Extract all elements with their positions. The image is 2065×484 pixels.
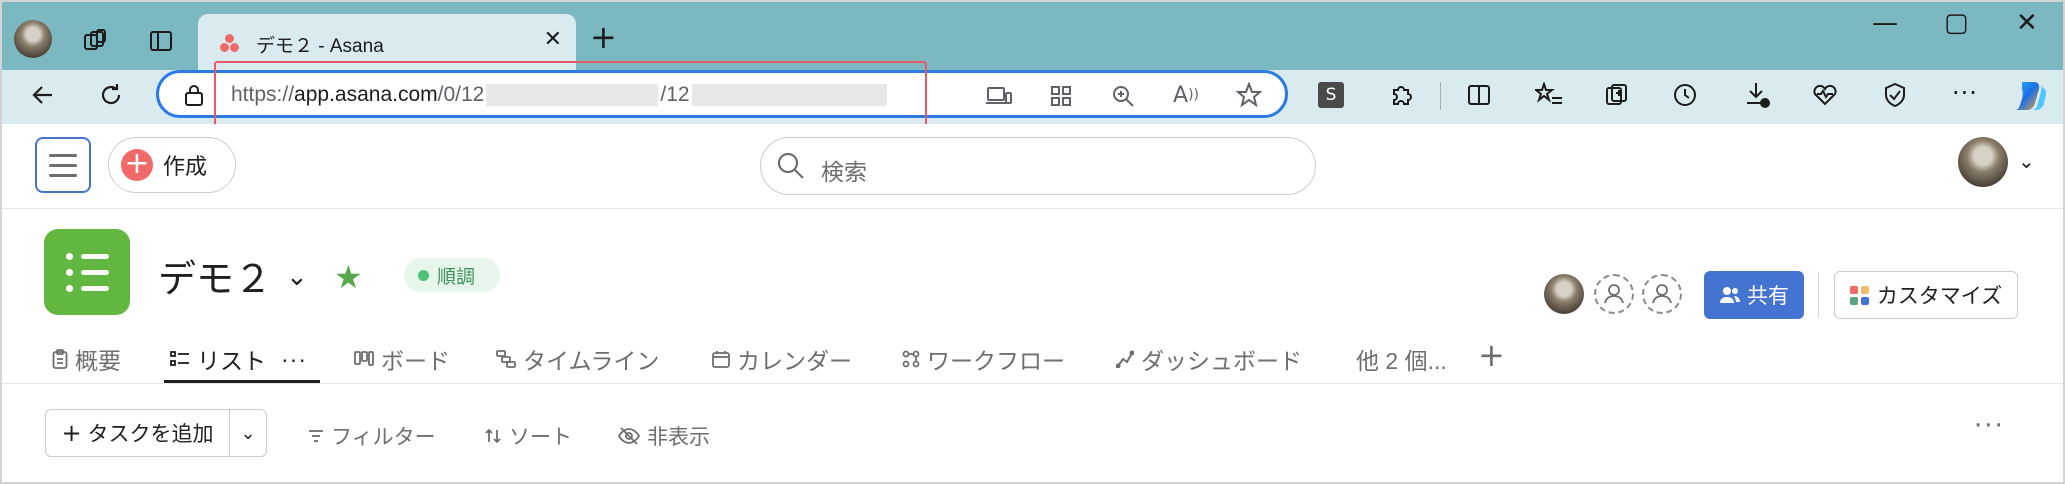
extensions-puzzle-icon[interactable]: [1386, 80, 1416, 110]
member-avatar[interactable]: [1544, 274, 1584, 314]
active-tab-indicator: [164, 380, 320, 383]
status-dot-icon: [418, 269, 429, 281]
empty-member-avatar-icon[interactable]: [1642, 274, 1682, 314]
tab-timeline[interactable]: タイムライン: [496, 342, 659, 376]
project-title[interactable]: デモ２: [158, 248, 272, 303]
status-badge[interactable]: 順調: [404, 258, 500, 292]
eye-slash-icon: [618, 427, 640, 445]
maximize-icon[interactable]: ▢: [1944, 8, 1969, 38]
sort-icon: [485, 428, 501, 444]
add-task-button-group: + タスクを追加 ⌄: [45, 409, 267, 457]
browser-titlebar: デモ２ - Asana ✕ + — ▢ ✕: [0, 0, 2065, 72]
workflow-icon: [902, 350, 920, 368]
dashboard-icon: [1116, 350, 1134, 368]
apps-grid-icon[interactable]: [1047, 83, 1075, 109]
tab-workflow[interactable]: ワークフロー: [902, 342, 1065, 376]
read-aloud-icon[interactable]: A)): [1171, 81, 1201, 109]
create-label: 作成: [163, 154, 208, 179]
favorites-list-icon[interactable]: [1534, 80, 1564, 110]
search-icon: [777, 152, 804, 179]
tab-calendar[interactable]: カレンダー: [712, 342, 852, 376]
history-icon[interactable]: [1670, 80, 1700, 110]
status-label: 順調: [437, 266, 476, 288]
sort-button[interactable]: ソート: [484, 421, 572, 451]
plus-icon: +: [61, 419, 82, 447]
asana-favicon-icon: [220, 34, 240, 52]
zoom-icon[interactable]: [1109, 83, 1137, 109]
add-task-button[interactable]: + タスクを追加: [46, 410, 230, 456]
search-input[interactable]: 検索: [760, 137, 1316, 195]
new-tab-icon[interactable]: +: [590, 18, 617, 56]
hamburger-icon: [49, 153, 77, 157]
list-toolbar: + タスクを追加 ⌄ フィルター ソート 非表示 ···: [0, 385, 2065, 484]
sidebar-toggle-button[interactable]: [35, 137, 91, 193]
workspaces-icon[interactable]: [78, 24, 112, 58]
toolbar-divider: [1440, 82, 1441, 110]
split-screen-icon[interactable]: [1464, 80, 1494, 110]
profile-avatar[interactable]: [14, 20, 52, 58]
hide-button[interactable]: 非表示: [618, 421, 710, 451]
chevron-down-icon[interactable]: ⌄: [2018, 149, 2035, 173]
favorite-star-icon[interactable]: ★: [334, 258, 363, 296]
tab-overview[interactable]: 概要: [52, 342, 121, 376]
share-button[interactable]: 共有: [1704, 271, 1804, 319]
favorite-star-icon[interactable]: [1235, 81, 1263, 109]
header-divider: [1818, 272, 1819, 318]
url-highlight-box: [214, 61, 927, 133]
calendar-icon: [712, 351, 730, 368]
customize-label: カスタマイズ: [1876, 285, 2003, 308]
tab-board[interactable]: ボード: [354, 342, 450, 376]
copilot-icon[interactable]: [2010, 76, 2050, 116]
filter-icon: [309, 430, 323, 442]
more-options-icon[interactable]: ···: [1974, 411, 2005, 441]
project-icon: [44, 229, 130, 315]
filter-button[interactable]: フィルター: [308, 421, 436, 451]
collections-icon[interactable]: [1602, 80, 1632, 110]
project-menu-chevron-icon[interactable]: ⌄: [286, 262, 308, 292]
user-avatar[interactable]: [1958, 137, 2008, 187]
tab-list[interactable]: リスト ···: [170, 342, 307, 376]
share-label: 共有: [1747, 285, 1789, 308]
add-task-dropdown-chevron-icon[interactable]: ⌄: [230, 410, 266, 456]
back-icon[interactable]: [26, 78, 60, 112]
minimize-icon[interactable]: —: [1872, 8, 1898, 38]
timeline-icon: [496, 350, 516, 368]
device-icon[interactable]: [985, 83, 1013, 109]
create-button[interactable]: + 作成: [108, 137, 236, 193]
people-icon: [1720, 287, 1740, 303]
tab-dashboard[interactable]: ダッシュボード: [1116, 342, 1302, 376]
empty-member-avatar-icon[interactable]: [1594, 274, 1634, 314]
search-placeholder: 検索: [821, 159, 867, 185]
close-icon[interactable]: ✕: [2016, 8, 2038, 38]
tab-close-icon[interactable]: ✕: [544, 26, 562, 52]
performance-icon[interactable]: [1880, 80, 1910, 110]
asana-topbar: + 作成 検索 ⌄: [0, 124, 2065, 209]
lock-icon[interactable]: [181, 82, 207, 108]
customize-button[interactable]: カスタマイズ: [1834, 271, 2018, 319]
add-tab-icon[interactable]: +: [1478, 336, 1505, 374]
clipboard-icon: [52, 349, 68, 369]
refresh-icon[interactable]: [94, 78, 128, 112]
downloads-icon[interactable]: [1742, 80, 1772, 110]
tab-list-more-icon[interactable]: ···: [281, 346, 307, 373]
browser-essentials-icon[interactable]: [1810, 80, 1840, 110]
tab-title: デモ２ - Asana: [256, 36, 384, 57]
tab-more[interactable]: 他 2 個...: [1356, 342, 1447, 376]
customize-grid-icon: [1849, 285, 1869, 305]
list-icon: [170, 351, 189, 366]
plus-icon: +: [121, 149, 153, 181]
settings-more-icon[interactable]: ···: [1948, 78, 1982, 108]
board-icon: [354, 351, 374, 366]
extension-s-icon[interactable]: S: [1318, 82, 1344, 108]
project-tabs: 概要 リスト ··· ボード タイムライン カレンダー ワークフロー ダッシュボ…: [0, 336, 2065, 384]
vertical-tabs-icon[interactable]: [144, 24, 178, 58]
